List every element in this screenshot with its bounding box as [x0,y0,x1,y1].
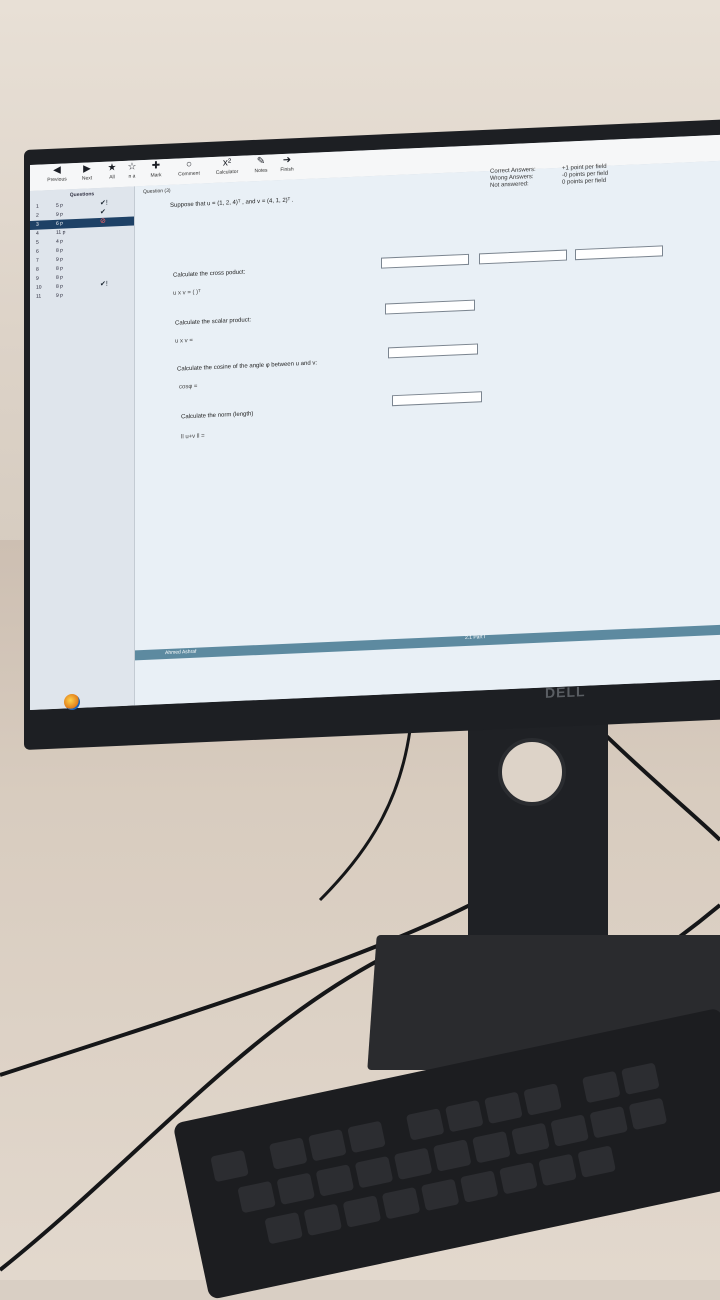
norm-input[interactable] [392,391,482,407]
finish-button[interactable]: ➜ Finish [276,154,298,174]
notes-button[interactable]: ✎ Notes [250,155,272,175]
mark-button[interactable]: ✚ Mark [146,160,166,180]
key [628,1097,668,1131]
scalar-product-label: Calculate the scalar product: [175,317,252,327]
key [303,1203,343,1237]
key [237,1180,276,1214]
previous-button[interactable]: ◀ Previous [44,164,70,184]
cross-product-expression: u x v = ( )ᵀ [173,289,201,297]
question-title: Question (3) [143,187,171,196]
arrow-right-icon: ▶ [83,163,91,175]
question-panel: Question (3) Suppose that u = (1, 2, 4)ᵀ… [135,160,720,706]
question-stem: Suppose that u = (1, 2, 4)ᵀ , and v = (4… [170,197,294,209]
key [511,1122,550,1156]
star-outline-icon: ☆ [127,161,137,173]
monitor-stand-hole [498,738,566,806]
key [589,1105,629,1139]
key [499,1161,538,1195]
key [444,1099,484,1133]
key [538,1153,577,1187]
cross-product-input-2[interactable] [479,249,567,265]
check-flag-icon: ✔! [100,280,108,288]
key [577,1145,617,1178]
cosine-expression: cosφ = [179,383,198,391]
key [347,1120,386,1154]
norm-expression: ll u+v ll = [181,433,205,441]
key [432,1139,472,1172]
key [342,1195,382,1228]
key [268,1137,308,1170]
questions-sidebar: Questions 1 5 p ✔! 2 9 p ✔ 3 6 p ⊘ 4 11 … [30,186,135,710]
pin-icon: ✚ [151,160,161,172]
calculator-button[interactable]: x² Calculator [210,157,244,177]
key [308,1128,347,1162]
key [405,1108,445,1141]
key [459,1170,499,1203]
dell-logo: DELL [545,683,586,701]
key [484,1091,523,1125]
key [354,1155,394,1189]
key [420,1178,460,1212]
exit-icon: ➜ [282,154,292,166]
key [264,1211,303,1245]
key [472,1130,511,1164]
key [621,1062,660,1095]
comment-button[interactable]: ○ Comment [174,158,204,178]
key [276,1172,316,1205]
cross-product-input-3[interactable] [575,245,663,261]
exam-screen: ◀ Previous ▶ Next ★ All ☆ n a ✚ Mark ○ C… [30,134,720,710]
not-answered-icon: ⊘ [100,217,106,225]
key [210,1149,249,1183]
scoring-info: Correct Answers: Wrong Answers: Not answ… [490,164,608,190]
key [381,1186,421,1220]
na-button[interactable]: ☆ n a [124,161,140,181]
star-filled-icon: ★ [107,162,117,174]
key [523,1083,562,1116]
cosine-label: Calculate the cosine of the angle φ betw… [177,360,317,373]
edit-icon: ✎ [256,155,266,168]
check-flag-icon: ✔! [100,199,108,207]
check-icon: ✔ [100,208,106,216]
cosine-input[interactable] [388,343,478,359]
cross-product-label: Calculate the cross poduct: [173,269,246,279]
scalar-product-input[interactable] [385,299,475,315]
norm-label: Calculate the norm (length) [181,411,254,421]
key [393,1147,433,1181]
exam-part: 2.1 Part I [465,634,486,642]
app-logo-icon[interactable] [64,694,80,710]
scalar-product-expression: u x v = [175,337,193,345]
next-button[interactable]: ▶ Next [76,163,98,183]
key [550,1114,589,1147]
user-name: Ahmed Ashraf [165,648,197,657]
cross-product-input-1[interactable] [381,253,469,269]
all-button[interactable]: ★ All [104,162,120,182]
key [581,1070,621,1104]
key [315,1164,355,1197]
